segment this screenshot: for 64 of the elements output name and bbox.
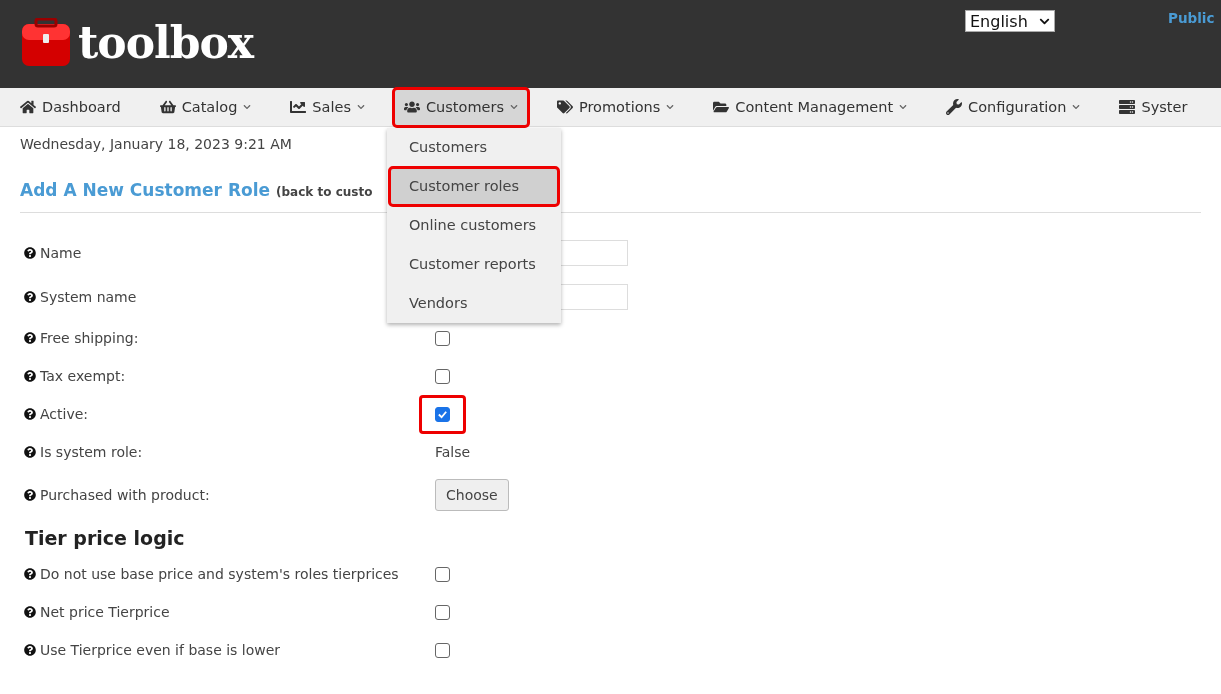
nav-item[interactable]: Catalog xyxy=(149,88,262,126)
checkbox[interactable] xyxy=(435,642,450,658)
menu-item[interactable]: Vendors xyxy=(388,283,559,323)
help-icon[interactable] xyxy=(24,568,36,580)
chevron-icon xyxy=(356,103,365,111)
field-label: Name xyxy=(40,245,82,261)
nav-item[interactable]: Content Management xyxy=(703,88,918,126)
field-label: Free shipping: xyxy=(40,330,139,346)
folder-icon xyxy=(713,99,730,115)
toolbox-icon xyxy=(20,18,72,68)
chevron-icon xyxy=(899,103,908,111)
field-label: Net price Tierprice xyxy=(40,604,170,620)
nav-item[interactable]: Sales xyxy=(280,88,375,126)
field-label: Use Tierprice even if base is lower xyxy=(40,642,281,658)
back-link[interactable]: (back to custo xyxy=(276,185,373,199)
home-icon xyxy=(20,99,36,115)
language-select[interactable]: English xyxy=(965,10,1055,32)
public-link[interactable]: Public xyxy=(1168,10,1215,26)
help-icon[interactable] xyxy=(24,408,36,420)
menu-item[interactable]: Customers xyxy=(388,127,559,167)
checkbox[interactable] xyxy=(435,406,450,422)
help-icon[interactable] xyxy=(24,644,36,656)
menu-item[interactable]: Online customers xyxy=(388,205,559,245)
menu-item[interactable]: Customer roles xyxy=(388,166,559,206)
basket-icon xyxy=(159,99,176,115)
chevron-icon xyxy=(243,103,252,111)
chevron-icon xyxy=(1072,103,1081,111)
checkbox[interactable] xyxy=(435,566,450,582)
date-text: Wednesday, January 18, 2023 9:21 AM xyxy=(20,136,292,152)
users-icon xyxy=(403,99,420,115)
checkbox[interactable] xyxy=(435,368,450,384)
field-label: Is system role: xyxy=(40,444,143,460)
field-label: System name xyxy=(40,289,137,305)
help-icon[interactable] xyxy=(24,247,36,259)
logo-text: toolbox xyxy=(78,16,254,70)
choose-button[interactable]: Choose xyxy=(435,479,509,511)
nav-item[interactable]: Dashboard xyxy=(10,88,131,126)
help-icon[interactable] xyxy=(24,291,36,303)
help-icon[interactable] xyxy=(24,606,36,618)
chevron-icon xyxy=(666,103,675,111)
field-label: Do not use base price and system's roles tierprices xyxy=(40,566,399,582)
page-title: Add A New Customer Role xyxy=(20,180,271,200)
help-icon[interactable] xyxy=(24,370,36,382)
nav-item[interactable]: Promotions xyxy=(546,88,685,126)
menu-item[interactable]: Customer reports xyxy=(388,244,559,284)
chart-icon xyxy=(290,99,307,115)
checkbox[interactable] xyxy=(435,604,450,620)
field-value: False xyxy=(435,444,471,460)
tags-icon xyxy=(556,99,573,115)
help-icon[interactable] xyxy=(24,446,36,458)
check-icon xyxy=(437,408,448,420)
wrench-icon xyxy=(946,99,963,115)
field-label: Active: xyxy=(40,406,89,422)
server-icon xyxy=(1119,99,1136,115)
help-icon[interactable] xyxy=(24,332,36,344)
field-label: Tax exempt: xyxy=(40,368,126,384)
nav-item[interactable]: Syster xyxy=(1109,88,1198,126)
field-label: Purchased with product: xyxy=(40,487,210,503)
checkbox[interactable] xyxy=(435,330,450,346)
section-heading: Tier price logic xyxy=(25,527,186,549)
chevron-icon xyxy=(509,103,518,111)
help-icon[interactable] xyxy=(24,489,36,501)
nav-item[interactable]: Customers xyxy=(393,88,528,126)
nav-item[interactable]: Configuration xyxy=(936,88,1091,126)
